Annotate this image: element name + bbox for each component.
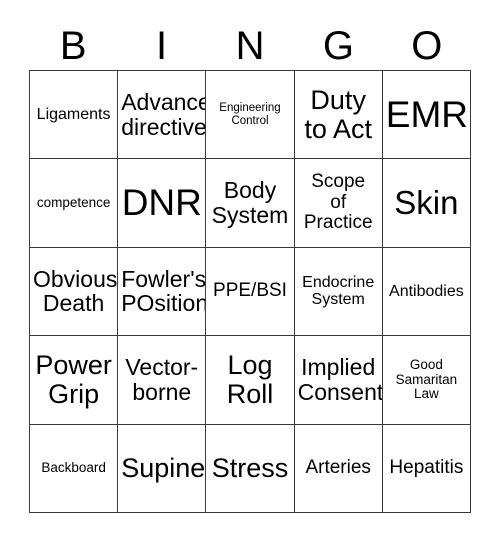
bingo-cell-label: Advance directive [121,88,207,140]
bingo-cell[interactable]: Advance directive [118,71,207,160]
bingo-cell-label: Obvious Death [33,265,118,317]
bingo-header-row: B I N G O [29,22,471,70]
bingo-header-letter-o: O [411,24,443,68]
bingo-cell-label: Antibodies [389,282,464,300]
bingo-cell-label: Power Grip [35,349,112,409]
bingo-cell-label: Log Roll [226,349,274,409]
bingo-header-letter-g: G [322,24,354,68]
bingo-cell[interactable]: EMR [382,71,471,160]
bingo-cell[interactable]: Fowler's POsition [118,247,207,337]
bingo-cell[interactable]: Supine [118,424,207,513]
bingo-cell-label: Ligaments [36,106,111,124]
bingo-cell[interactable]: Implied Consent [294,336,383,425]
bingo-cell[interactable]: Ligaments [30,71,119,160]
bingo-cell[interactable]: Body System [206,159,295,248]
bingo-cell[interactable]: PPE/BSI [206,247,295,337]
bingo-cell-label: Skin [394,184,459,222]
bingo-card: B I N G O Ligaments Advance directive En… [0,0,500,544]
bingo-cell-label: Fowler's POsition [121,265,207,317]
bingo-cell[interactable]: Engineering Control [206,71,295,160]
bingo-cell-label: DNR [121,182,202,224]
bingo-cell-label: Hepatitis [389,457,464,479]
bingo-cell[interactable]: Skin [382,159,471,248]
bingo-cell-label: Duty to Act [304,84,372,144]
bingo-cell-label: Arteries [305,457,371,479]
bingo-cell[interactable]: Backboard [30,424,119,513]
bingo-cell-label: Implied Consent [297,354,383,405]
bingo-cell[interactable]: Duty to Act [294,71,383,160]
bingo-cell-label: Stress [211,452,289,483]
bingo-grid: Ligaments Advance directive Engineering … [29,70,471,513]
bingo-cell-label: Backboard [41,460,106,475]
bingo-cell[interactable]: Scope of Practice [294,159,383,248]
bingo-cell[interactable]: Vector- borne [118,336,207,425]
bingo-cell-label: Endocrine System [302,274,375,309]
bingo-cell-label: Scope of Practice [303,171,373,234]
bingo-cell[interactable]: Good Samaritan Law [382,336,471,425]
bingo-cell[interactable]: Power Grip [30,336,119,425]
bingo-cell[interactable]: competence [30,159,119,248]
bingo-cell-label: Body System [211,177,289,229]
bingo-cell-label: Supine [121,452,206,483]
bingo-cell[interactable]: Log Roll [206,336,295,425]
bingo-cell-label: Vector- borne [125,354,199,405]
bingo-header-letter-i: I [156,24,168,68]
bingo-header-letter-n: N [235,24,265,68]
bingo-cell[interactable]: Obvious Death [30,247,119,337]
bingo-cell-label: Engineering Control [219,102,281,127]
bingo-cell-label: PPE/BSI [213,280,287,302]
bingo-cell[interactable]: Endocrine System [294,247,383,337]
bingo-cell[interactable]: Stress [206,424,295,513]
bingo-cell[interactable]: DNR [118,159,207,248]
bingo-cell[interactable]: Arteries [294,424,383,513]
bingo-cell-label: Good Samaritan Law [395,357,458,402]
bingo-cell[interactable]: Hepatitis [382,424,471,513]
bingo-cell[interactable]: Antibodies [382,247,471,337]
bingo-cell-label: EMR [385,93,469,135]
bingo-cell-label: competence [36,194,111,210]
bingo-header-letter-b: B [59,24,87,68]
